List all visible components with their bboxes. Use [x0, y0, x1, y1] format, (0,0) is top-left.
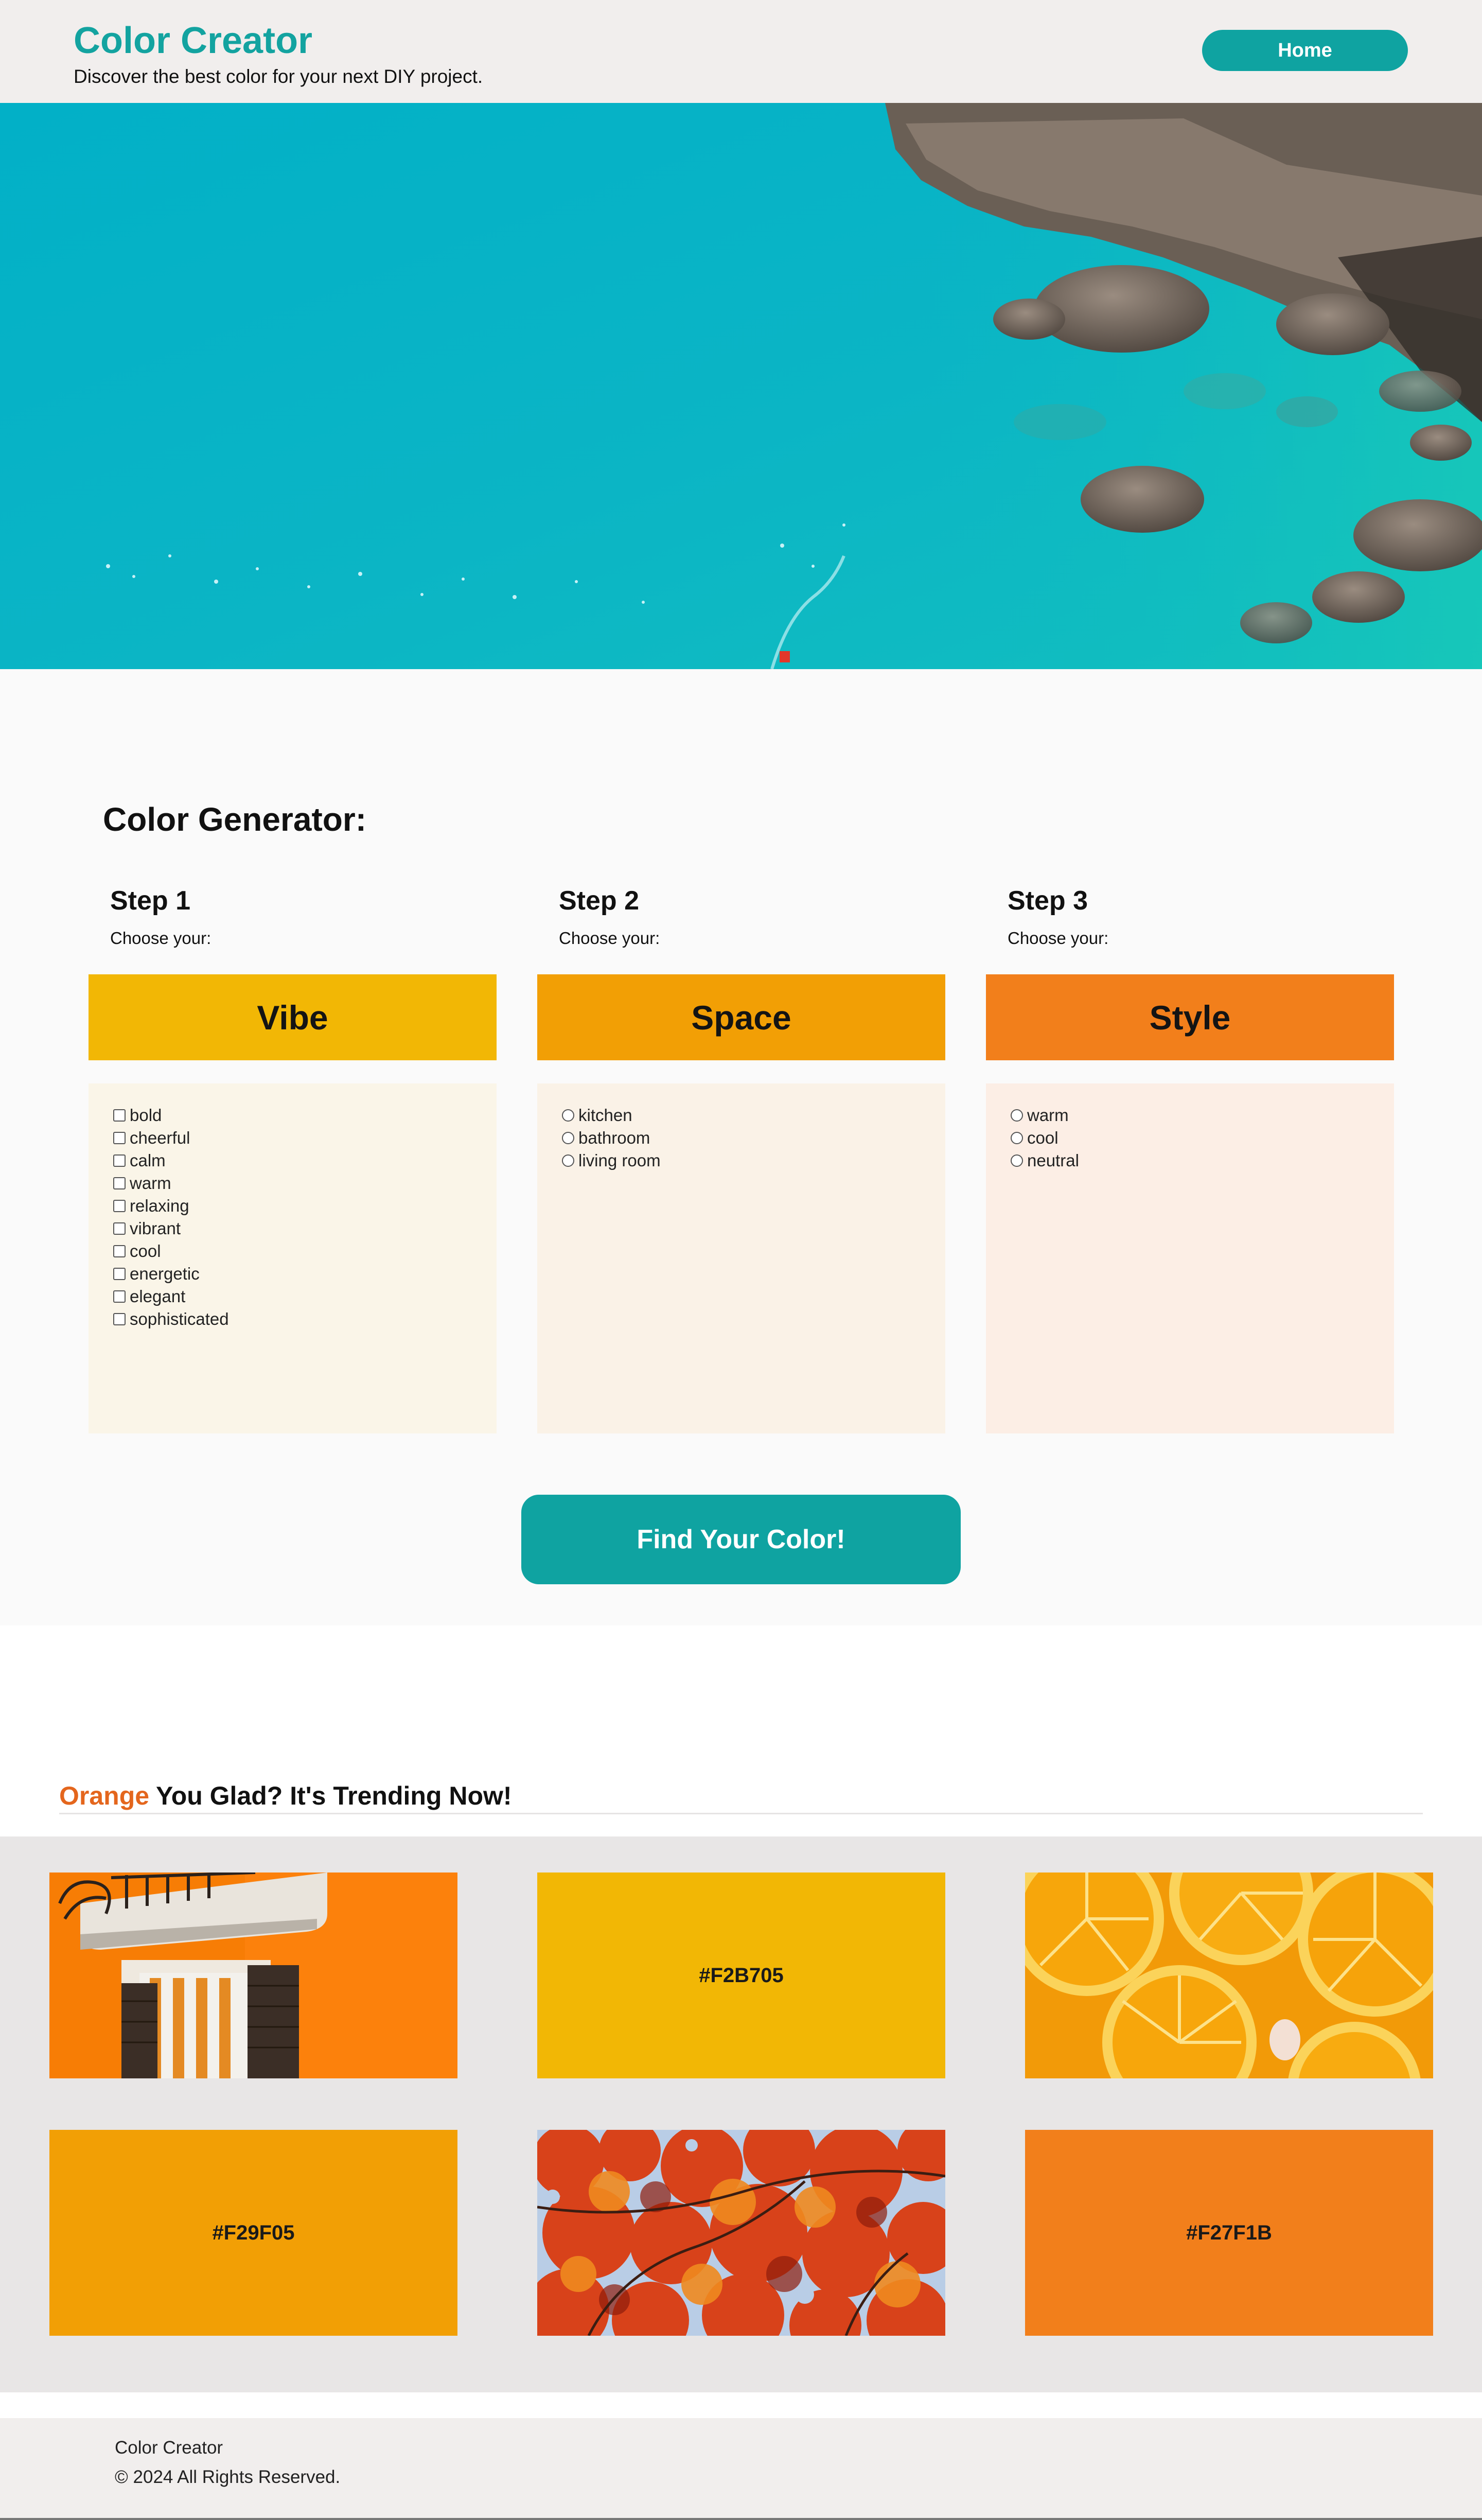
- vibe-options-list: bold cheerful calm warm relaxing vibrant…: [113, 1104, 229, 1331]
- option-label: vibrant: [130, 1219, 181, 1238]
- footer-copyright: © 2024 All Rights Reserved.: [115, 2467, 341, 2487]
- sliced-oranges-image: [1025, 1872, 1433, 2078]
- footer-brand: Color Creator: [115, 2438, 223, 2458]
- section-divider: [59, 1813, 1423, 1814]
- option-label: sophisticated: [130, 1309, 229, 1328]
- home-button[interactable]: Home: [1202, 30, 1408, 71]
- option-label: cool: [1027, 1128, 1058, 1147]
- radio-button[interactable]: [1011, 1109, 1023, 1122]
- swatch-hex-label: #F27F1B: [1186, 2221, 1272, 2244]
- option-bathroom[interactable]: bathroom: [562, 1127, 661, 1149]
- checkbox[interactable]: [113, 1222, 126, 1235]
- option-cool-style[interactable]: cool: [1011, 1127, 1079, 1149]
- step-3-subheading: Choose your:: [1008, 929, 1109, 948]
- option-label: cheerful: [130, 1128, 190, 1147]
- option-warm-style[interactable]: warm: [1011, 1104, 1079, 1127]
- trending-title-rest: You Glad? It's Trending Now!: [149, 1781, 512, 1810]
- hero-image: [0, 103, 1482, 669]
- radio-button[interactable]: [562, 1132, 574, 1144]
- option-label: warm: [130, 1174, 171, 1193]
- option-relaxing[interactable]: relaxing: [113, 1195, 229, 1217]
- building-illustration: [49, 1872, 457, 2078]
- option-vibrant[interactable]: vibrant: [113, 1217, 229, 1240]
- site-header: Color Creator Discover the best color fo…: [0, 0, 1482, 103]
- option-label: cool: [130, 1241, 161, 1261]
- radio-button[interactable]: [562, 1109, 574, 1122]
- vibe-banner: Vibe: [89, 974, 497, 1060]
- space-options-panel: kitchen bathroom living room: [537, 1083, 945, 1433]
- leaves-illustration: [537, 2130, 945, 2336]
- option-bold[interactable]: bold: [113, 1104, 229, 1127]
- option-label: energetic: [130, 1264, 200, 1283]
- space-banner: Space: [537, 974, 945, 1060]
- option-kitchen[interactable]: kitchen: [562, 1104, 661, 1127]
- option-sophisticated[interactable]: sophisticated: [113, 1308, 229, 1331]
- color-swatch-f29f05[interactable]: #F29F05: [49, 2130, 457, 2336]
- oranges-illustration: [1025, 1872, 1433, 2078]
- option-label: calm: [130, 1151, 166, 1170]
- option-label: warm: [1027, 1106, 1069, 1125]
- option-warm[interactable]: warm: [113, 1172, 229, 1195]
- step-3-heading: Step 3: [1008, 886, 1088, 916]
- trending-title: Orange You Glad? It's Trending Now!: [59, 1781, 512, 1811]
- space-options-list: kitchen bathroom living room: [562, 1104, 661, 1172]
- radio-button[interactable]: [1011, 1154, 1023, 1167]
- option-label: living room: [578, 1151, 661, 1170]
- option-cheerful[interactable]: cheerful: [113, 1127, 229, 1149]
- autumn-leaves-image: [537, 2130, 945, 2336]
- option-calm[interactable]: calm: [113, 1149, 229, 1172]
- radio-button[interactable]: [1011, 1132, 1023, 1144]
- style-options-list: warm cool neutral: [1011, 1104, 1079, 1172]
- option-label: elegant: [130, 1287, 186, 1306]
- checkbox[interactable]: [113, 1154, 126, 1167]
- option-label: kitchen: [578, 1106, 632, 1125]
- find-your-color-button[interactable]: Find Your Color!: [521, 1495, 961, 1584]
- style-banner: Style: [986, 974, 1394, 1060]
- brand-title[interactable]: Color Creator: [74, 20, 312, 62]
- hero-sea-illustration: [0, 103, 1482, 669]
- vibe-options-panel: bold cheerful calm warm relaxing vibrant…: [89, 1083, 497, 1433]
- option-living-room[interactable]: living room: [562, 1149, 661, 1172]
- trending-title-accent: Orange: [59, 1781, 150, 1810]
- option-label: relaxing: [130, 1196, 189, 1215]
- checkbox[interactable]: [113, 1268, 126, 1280]
- style-options-panel: warm cool neutral: [986, 1083, 1394, 1433]
- step-2-subheading: Choose your:: [559, 929, 660, 948]
- checkbox[interactable]: [113, 1109, 126, 1122]
- color-generator-section: Color Generator: Step 1 Choose your: Vib…: [0, 669, 1482, 1625]
- option-energetic[interactable]: energetic: [113, 1263, 229, 1285]
- option-label: bathroom: [578, 1128, 650, 1147]
- radio-button[interactable]: [562, 1154, 574, 1167]
- step-1-heading: Step 1: [110, 886, 191, 916]
- option-label: neutral: [1027, 1151, 1079, 1170]
- trending-grid: #F2B705 #F29F05 #F27F1B: [0, 1836, 1482, 2392]
- color-swatch-f27f1b[interactable]: #F27F1B: [1025, 2130, 1433, 2336]
- option-cool[interactable]: cool: [113, 1240, 229, 1263]
- generator-title: Color Generator:: [103, 801, 367, 838]
- step-2-heading: Step 2: [559, 886, 640, 916]
- checkbox[interactable]: [113, 1177, 126, 1189]
- checkbox[interactable]: [113, 1245, 126, 1257]
- brand-tagline: Discover the best color for your next DI…: [74, 66, 483, 87]
- option-neutral-style[interactable]: neutral: [1011, 1149, 1079, 1172]
- swatch-hex-label: #F29F05: [212, 2221, 295, 2244]
- option-label: bold: [130, 1106, 162, 1125]
- color-swatch-f2b705[interactable]: #F2B705: [537, 1872, 945, 2078]
- orange-building-image: [49, 1872, 457, 2078]
- checkbox[interactable]: [113, 1290, 126, 1303]
- checkbox[interactable]: [113, 1132, 126, 1144]
- option-elegant[interactable]: elegant: [113, 1285, 229, 1308]
- site-footer: Color Creator © 2024 All Rights Reserved…: [0, 2418, 1482, 2520]
- swatch-hex-label: #F2B705: [699, 1964, 784, 1987]
- checkbox[interactable]: [113, 1200, 126, 1212]
- checkbox[interactable]: [113, 1313, 126, 1325]
- step-1-subheading: Choose your:: [110, 929, 211, 948]
